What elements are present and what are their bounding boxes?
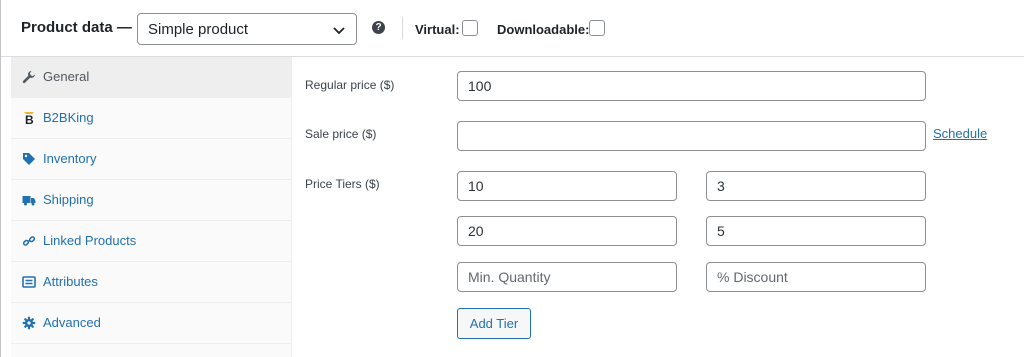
tab-b2bking[interactable]: B B2BKing [11,98,292,139]
tier-quantity-input[interactable] [457,216,677,246]
tab-shipping[interactable]: Shipping [11,180,292,221]
b2bking-logo-icon: B [24,112,34,125]
tier-discount-input[interactable] [706,216,926,246]
sale-price-label: Sale price ($) [305,127,377,141]
new-tier-quantity-input[interactable] [457,262,677,292]
gear-icon [22,316,36,330]
downloadable-label: Downloadable: [497,22,590,37]
panel-title: Product data — [21,19,132,36]
tab-advanced[interactable]: Advanced [11,303,292,344]
add-tier-button[interactable]: Add Tier [457,308,531,339]
product-data-header: Product data — Simple product ? Virtual:… [1,0,1024,57]
svg-text:B: B [25,113,34,125]
regular-price-input[interactable] [457,71,926,101]
tab-b2bking-label: B2BKing [43,110,94,125]
tier-quantity-input[interactable] [457,171,677,201]
product-type-value: Simple product [148,21,249,38]
tab-general[interactable]: General [11,57,292,98]
chevron-down-icon [333,27,345,35]
regular-price-label: Regular price ($) [305,78,395,92]
product-data-panel: Product data — Simple product ? Virtual:… [0,0,1024,357]
tab-attributes-label: Attributes [43,274,98,289]
new-tier-discount-input[interactable] [706,262,926,292]
tab-shipping-label: Shipping [43,192,94,207]
downloadable-checkbox[interactable] [589,20,605,36]
tag-icon [23,153,35,165]
tab-attributes[interactable]: Attributes [11,262,292,303]
price-tiers-label: Price Tiers ($) [305,177,380,191]
list-icon [22,276,36,288]
truck-icon [22,196,36,206]
link-icon [22,236,36,246]
tab-advanced-label: Advanced [43,315,101,330]
tab-linked-products[interactable]: Linked Products [11,221,292,262]
virtual-label: Virtual: [415,22,460,37]
tab-linked-products-label: Linked Products [43,233,137,248]
tier-discount-input[interactable] [706,171,926,201]
wrench-icon [22,71,35,84]
tab-inventory[interactable]: Inventory [11,139,292,180]
product-type-select[interactable]: Simple product [137,13,357,45]
help-icon[interactable]: ? [372,21,385,34]
virtual-checkbox[interactable] [462,20,478,36]
sale-price-input[interactable] [457,121,926,151]
product-data-tabs: General B B2BKing Inventory Shipping Lin… [11,57,292,357]
header-divider [402,17,403,39]
tab-general-label: General [43,69,90,84]
tab-inventory-label: Inventory [43,151,97,166]
schedule-link[interactable]: Schedule [933,126,987,141]
